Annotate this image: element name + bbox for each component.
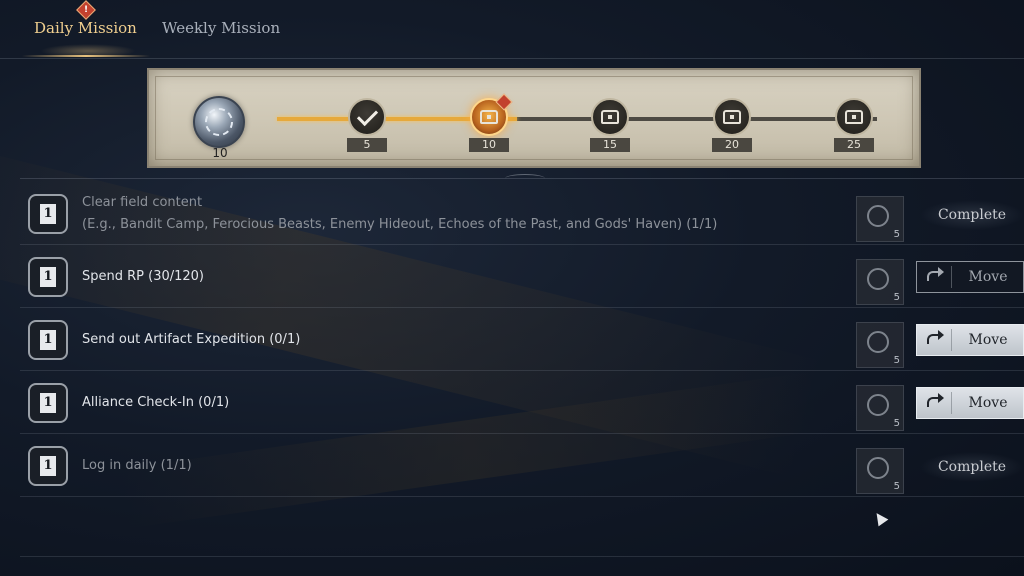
divider <box>0 58 1024 59</box>
mission-tabs: ! Daily Mission Weekly Mission <box>0 0 1024 58</box>
button-divider <box>951 392 952 414</box>
mission-title: Spend RP (30/120) <box>82 269 205 284</box>
mission-point-icon <box>867 268 889 290</box>
badge-number: 1 <box>40 267 56 287</box>
mission-badge: 1 <box>28 194 68 234</box>
alert-icon: ! <box>76 0 96 20</box>
chest-icon <box>601 110 619 124</box>
share-arrow-icon <box>927 330 944 344</box>
button-divider <box>951 266 952 288</box>
mission-points-medal-icon <box>193 96 245 148</box>
mission-title: Log in daily (1/1) <box>82 458 192 473</box>
reward-slot[interactable]: 5 <box>856 448 904 494</box>
share-arrow-icon <box>927 393 944 407</box>
badge-number: 1 <box>40 393 56 413</box>
chest-icon <box>845 110 863 124</box>
milestone-5[interactable] <box>348 98 386 136</box>
reward-quantity: 5 <box>893 229 900 240</box>
mission-point-icon <box>867 457 889 479</box>
move-button-label: Move <box>968 395 1008 411</box>
milestone-label: 25 <box>834 138 874 152</box>
complete-status: Complete <box>920 452 1024 482</box>
badge-number: 1 <box>40 330 56 350</box>
mission-row: 1 Alliance Check-In (0/1) 5 Move <box>20 371 1024 434</box>
reward-slot[interactable]: 5 <box>856 322 904 368</box>
milestone-25[interactable] <box>835 98 873 136</box>
milestone-label: 20 <box>712 138 752 152</box>
current-points: 10 <box>212 146 228 160</box>
mission-subtitle: (E.g., Bandit Camp, Ferocious Beasts, En… <box>82 217 718 232</box>
mission-row: 1 Clear field content (E.g., Bandit Camp… <box>20 182 1024 245</box>
milestone-20[interactable] <box>713 98 751 136</box>
mission-title: Send out Artifact Expedition (0/1) <box>82 332 301 347</box>
move-button[interactable]: Move <box>916 387 1024 419</box>
move-button-label: Move <box>968 269 1008 285</box>
reward-slot[interactable]: 5 <box>856 385 904 431</box>
chest-icon <box>480 110 498 124</box>
chest-icon <box>723 110 741 124</box>
badge-number: 1 <box>40 204 56 224</box>
mission-title: Alliance Check-In (0/1) <box>82 395 230 410</box>
divider <box>20 556 1024 557</box>
mission-badge: 1 <box>28 320 68 360</box>
reward-quantity: 5 <box>893 292 900 303</box>
move-button[interactable]: Move <box>916 324 1024 356</box>
mission-point-icon <box>867 331 889 353</box>
mission-row: 1 Log in daily (1/1) 5 Complete <box>20 434 1024 497</box>
mission-badge: 1 <box>28 257 68 297</box>
mission-badge: 1 <box>28 383 68 423</box>
move-button-label: Move <box>968 332 1008 348</box>
milestone-label: 10 <box>469 138 509 152</box>
share-arrow-icon <box>927 267 944 281</box>
medal-emblem <box>205 108 233 136</box>
milestone-label: 15 <box>590 138 630 152</box>
milestone-15[interactable] <box>591 98 629 136</box>
mission-badge: 1 <box>28 446 68 486</box>
mission-row: 1 Spend RP (30/120) 5 Move <box>20 245 1024 308</box>
milestone-label: 5 <box>347 138 387 152</box>
mission-row: 1 Send out Artifact Expedition (0/1) 5 M… <box>20 308 1024 371</box>
progress-banner: 10 5 10 15 20 25 <box>147 68 921 168</box>
complete-status: Complete <box>920 200 1024 230</box>
tab-daily-mission[interactable]: Daily Mission <box>34 19 137 37</box>
milestone-10[interactable] <box>470 93 513 136</box>
mission-point-icon <box>867 205 889 227</box>
mission-title: Clear field content <box>82 195 203 210</box>
reward-quantity: 5 <box>893 481 900 492</box>
tab-weekly-mission[interactable]: Weekly Mission <box>162 19 280 37</box>
tab-active-underline <box>22 55 150 57</box>
check-icon <box>356 104 378 126</box>
move-button[interactable]: Move <box>916 261 1024 293</box>
reward-slot[interactable]: 5 <box>856 196 904 242</box>
reward-quantity: 5 <box>893 355 900 366</box>
badge-number: 1 <box>40 456 56 476</box>
reward-quantity: 5 <box>893 418 900 429</box>
mission-point-icon <box>867 394 889 416</box>
reward-slot[interactable]: 5 <box>856 259 904 305</box>
button-divider <box>951 329 952 351</box>
mouse-cursor-icon <box>871 509 889 527</box>
